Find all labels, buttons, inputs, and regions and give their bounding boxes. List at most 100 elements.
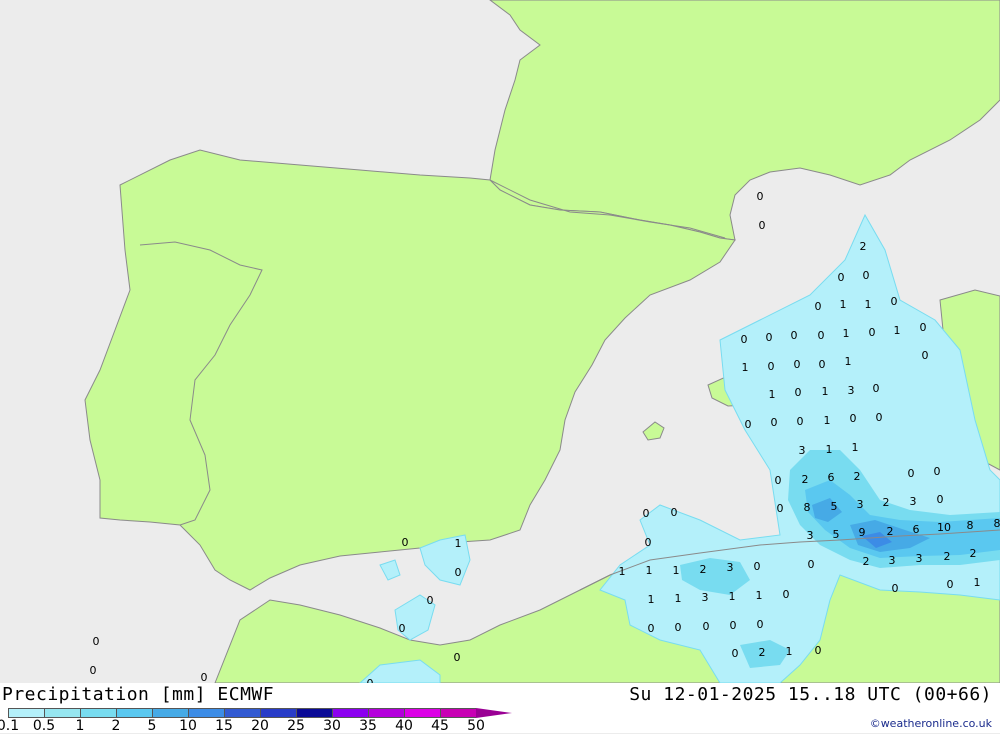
precip-label: 1 bbox=[756, 589, 763, 602]
credit-link[interactable]: ©weatheronline.co.uk bbox=[870, 717, 992, 730]
precip-label: 3 bbox=[889, 554, 896, 567]
precip-label: 0 bbox=[947, 578, 954, 591]
precip-label: 0 bbox=[754, 560, 761, 573]
precip-label: 2 bbox=[854, 470, 861, 483]
precip-label: 1 bbox=[822, 385, 829, 398]
legend-swatch bbox=[224, 708, 260, 718]
precip-label: 0 bbox=[427, 594, 434, 607]
valid-time: Su 12-01-2025 15..18 UTC (00+66) bbox=[629, 684, 992, 705]
precip-label: 0 bbox=[648, 622, 655, 635]
precip-label: 0 bbox=[671, 506, 678, 519]
legend-swatch bbox=[8, 708, 44, 718]
precip-label: 0 bbox=[759, 219, 766, 232]
legend-tick-label: 25 bbox=[287, 718, 305, 734]
precip-label: 3 bbox=[910, 495, 917, 508]
legend-swatch bbox=[296, 708, 332, 718]
precip-label: 8 bbox=[994, 517, 1000, 530]
precip-label: 0 bbox=[454, 651, 461, 664]
precip-label: 2 bbox=[759, 646, 766, 659]
legend-swatch bbox=[44, 708, 80, 718]
legend-swatch bbox=[260, 708, 296, 718]
precip-label: 0 bbox=[791, 329, 798, 342]
precip-label: 2 bbox=[700, 563, 707, 576]
precip-label: 0 bbox=[703, 620, 710, 633]
precip-label: 1 bbox=[974, 576, 981, 589]
precip-label: 0 bbox=[876, 411, 883, 424]
precip-label: 1 bbox=[729, 590, 736, 603]
precip-label: 1 bbox=[769, 388, 776, 401]
precip-label: 0 bbox=[838, 271, 845, 284]
precip-label: 0 bbox=[783, 588, 790, 601]
precip-label: 0 bbox=[768, 360, 775, 373]
legend-swatch bbox=[116, 708, 152, 718]
precip-label: 3 bbox=[916, 552, 923, 565]
precip-label: 1 bbox=[865, 298, 872, 311]
precip-label: 0 bbox=[732, 647, 739, 660]
precip-label: 0 bbox=[757, 190, 764, 203]
precip-label: 0 bbox=[934, 465, 941, 478]
legend-tick-label: 0.5 bbox=[33, 718, 55, 734]
legend-tick-label: 40 bbox=[395, 718, 413, 734]
precip-label: 1 bbox=[826, 443, 833, 456]
legend-tick-label: 35 bbox=[359, 718, 377, 734]
legend-tick-label: 45 bbox=[431, 718, 449, 734]
precip-label: 0 bbox=[869, 326, 876, 339]
legend-tick-label: 30 bbox=[323, 718, 341, 734]
legend-tick-label: 10 bbox=[179, 718, 197, 734]
legend-tick-label: 50 bbox=[467, 718, 485, 734]
precip-label: 3 bbox=[807, 529, 814, 542]
precip-label: 1 bbox=[646, 564, 653, 577]
precip-label: 1 bbox=[742, 361, 749, 374]
precip-label: 1 bbox=[648, 593, 655, 606]
precip-label: 0 bbox=[757, 618, 764, 631]
precip-label: 2 bbox=[863, 555, 870, 568]
precip-label: 0 bbox=[937, 493, 944, 506]
precip-label: 0 bbox=[794, 358, 801, 371]
map-footer: Precipitation [mm] ECMWF Su 12-01-2025 1… bbox=[0, 683, 1000, 733]
precip-label: 1 bbox=[673, 564, 680, 577]
precip-label: 0 bbox=[863, 269, 870, 282]
map-title: Precipitation [mm] ECMWF bbox=[2, 684, 274, 705]
precip-label: 0 bbox=[892, 582, 899, 595]
precip-label: 1 bbox=[840, 298, 847, 311]
legend-arrow bbox=[476, 708, 512, 718]
precip-label: 0 bbox=[745, 418, 752, 431]
precip-label: 0 bbox=[766, 331, 773, 344]
legend-tick-label: 1 bbox=[76, 718, 85, 734]
precip-label: 0 bbox=[819, 358, 826, 371]
precip-label: 2 bbox=[970, 547, 977, 560]
precip-label: 0 bbox=[643, 507, 650, 520]
precip-label: 0 bbox=[922, 349, 929, 362]
precip-label: 9 bbox=[859, 526, 866, 539]
precip-label: 1 bbox=[852, 441, 859, 454]
precipitation-map: 0020001100000101010001010130000100311026… bbox=[0, 0, 1000, 683]
precip-label: 8 bbox=[804, 501, 811, 514]
precip-label: 1 bbox=[786, 645, 793, 658]
legend-swatch bbox=[80, 708, 116, 718]
precip-label: 0 bbox=[797, 415, 804, 428]
precip-label: 0 bbox=[777, 502, 784, 515]
precip-label: 3 bbox=[848, 384, 855, 397]
legend-swatch bbox=[152, 708, 188, 718]
precip-label: 1 bbox=[455, 537, 462, 550]
precip-label: 0 bbox=[741, 333, 748, 346]
legend-tick-label: 15 bbox=[215, 718, 233, 734]
legend-tick-label: 5 bbox=[148, 718, 157, 734]
precip-label: 0 bbox=[908, 467, 915, 480]
precip-label: 0 bbox=[645, 536, 652, 549]
precip-label: 3 bbox=[702, 591, 709, 604]
precip-label: 3 bbox=[857, 498, 864, 511]
precip-label: 2 bbox=[802, 473, 809, 486]
precip-label: 1 bbox=[619, 565, 626, 578]
legend-tick-label: 0.1 bbox=[0, 718, 19, 734]
precip-label: 1 bbox=[894, 324, 901, 337]
precip-label: 0 bbox=[873, 382, 880, 395]
precip-label: 0 bbox=[201, 671, 208, 683]
precip-label: 0 bbox=[891, 295, 898, 308]
precip-label: 0 bbox=[920, 321, 927, 334]
legend-swatch bbox=[332, 708, 368, 718]
legend-tick-label: 20 bbox=[251, 718, 269, 734]
precip-label: 3 bbox=[727, 561, 734, 574]
precip-label: 0 bbox=[815, 300, 822, 313]
precip-label: 0 bbox=[455, 566, 462, 579]
